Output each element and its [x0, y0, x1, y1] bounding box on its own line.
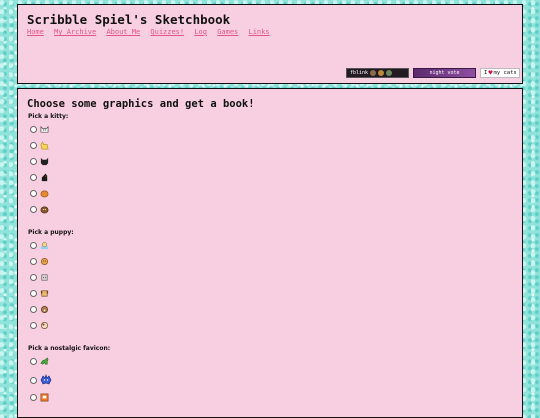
favicon-radio[interactable] — [30, 376, 37, 384]
kitty-radio[interactable] — [30, 174, 37, 181]
puppy-option-1[interactable] — [30, 241, 49, 250]
favicon-radio[interactable] — [30, 394, 37, 401]
badge-row: fblink night vote I ♥ my cats — [346, 68, 520, 78]
header-panel: Scribble Spiel's Sketchbook Home My Arch… — [17, 4, 523, 84]
tan-puppy-icon — [40, 289, 49, 298]
nav-home[interactable]: Home — [27, 28, 44, 36]
kitty-radio[interactable] — [30, 158, 37, 165]
puppy-blue-icon — [40, 241, 49, 250]
nav-my-archive[interactable]: My Archive — [54, 28, 96, 36]
nav-log[interactable]: Log — [194, 28, 207, 36]
orange-face-icon — [40, 393, 49, 402]
puppy-option-2[interactable] — [30, 257, 49, 266]
favicon-radio[interactable] — [30, 358, 37, 365]
kitty-radio[interactable] — [30, 206, 37, 213]
puppy-radio[interactable] — [30, 322, 37, 329]
site-title: Scribble Spiel's Sketchbook — [27, 12, 231, 27]
black-cat-side-icon — [40, 173, 49, 182]
brown-cat-icon — [40, 205, 49, 214]
puppy-option-4[interactable] — [30, 289, 49, 298]
white-cat-icon — [40, 125, 49, 134]
night-vote-label: night vote — [429, 70, 460, 76]
puppy-radio[interactable] — [30, 306, 37, 313]
i-love-label-start: I — [484, 70, 488, 76]
nav-quizzes[interactable]: Quizzes! — [150, 28, 184, 36]
nav-games[interactable]: Games — [217, 28, 238, 36]
kitty-radio[interactable] — [30, 190, 37, 197]
green-dino-icon — [40, 357, 49, 366]
orange-cat-icon — [40, 189, 49, 198]
puppy-radio[interactable] — [30, 242, 37, 249]
badge-circle-icon — [378, 70, 385, 76]
black-cat-icon — [40, 157, 49, 166]
i-love-label-end: my cats — [493, 70, 517, 76]
puppy-radio[interactable] — [30, 290, 37, 297]
kitty-group-label: Pick a kitty: — [28, 113, 69, 120]
night-vote-button[interactable]: night vote — [413, 68, 476, 78]
puppy-option-5[interactable] — [30, 305, 49, 314]
page-heading: Choose some graphics and get a book! — [27, 98, 255, 110]
puppy-radio[interactable] — [30, 274, 37, 281]
kitty-option-1[interactable] — [30, 125, 49, 134]
nav-links[interactable]: Links — [249, 28, 270, 36]
brown-puppy-icon — [40, 305, 49, 314]
content-panel: Choose some graphics and get a book! Pic… — [17, 88, 523, 418]
orange-puppy-icon — [40, 257, 49, 266]
fblink-label: fblink — [350, 70, 369, 76]
puppy-radio[interactable] — [30, 258, 37, 265]
yellow-cat-icon — [40, 141, 49, 150]
kitty-option-6[interactable] — [30, 205, 49, 214]
favicon-option-3[interactable] — [30, 393, 49, 402]
kitty-option-2[interactable] — [30, 141, 49, 150]
blue-monster-icon — [40, 374, 52, 386]
gray-puppy-icon — [40, 273, 49, 282]
nav-about-me[interactable]: About Me — [106, 28, 140, 36]
favicon-group-label: Pick a nostalgic favicon: — [28, 345, 111, 352]
badge-circle-icon — [370, 70, 377, 76]
heart-icon: ♥ — [488, 69, 493, 77]
puppy-option-6[interactable] — [30, 321, 49, 330]
kitty-option-4[interactable] — [30, 173, 49, 182]
fblink-button[interactable]: fblink — [346, 68, 409, 78]
favicon-option-2[interactable] — [30, 374, 52, 386]
kitty-option-3[interactable] — [30, 157, 49, 166]
spotted-puppy-icon — [40, 321, 49, 330]
kitty-radio[interactable] — [30, 126, 37, 133]
puppy-group-label: Pick a puppy: — [28, 229, 74, 236]
main-nav: Home My Archive About Me Quizzes! Log Ga… — [27, 28, 276, 36]
i-love-my-cats-button[interactable]: I ♥ my cats — [480, 68, 520, 78]
kitty-radio[interactable] — [30, 142, 37, 149]
puppy-option-3[interactable] — [30, 273, 49, 282]
favicon-option-1[interactable] — [30, 357, 49, 366]
kitty-option-5[interactable] — [30, 189, 49, 198]
badge-circle-icon — [386, 70, 393, 76]
